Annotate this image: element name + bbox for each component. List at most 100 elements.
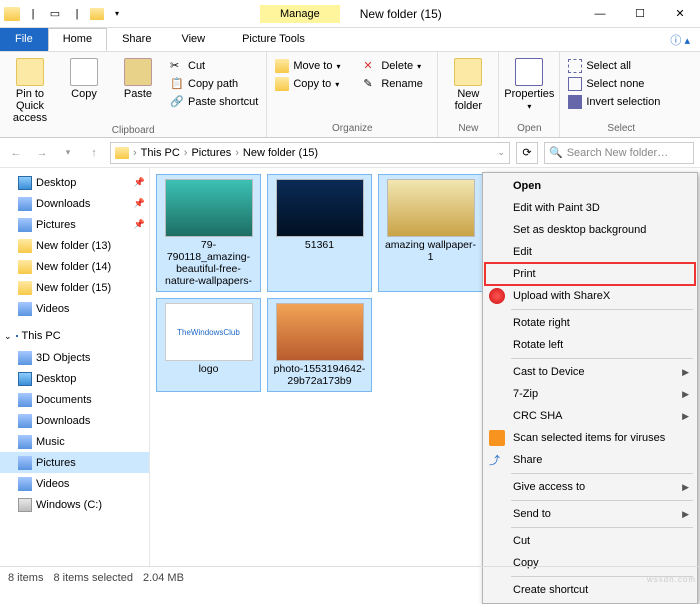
ctx-sharex[interactable]: Upload with ShareX — [485, 285, 695, 307]
sidebar-item-desktop[interactable]: Desktop📌 — [0, 172, 149, 193]
label: Cut — [513, 535, 530, 547]
ctx-rotate-left[interactable]: Rotate left — [485, 334, 695, 356]
ctx-set-background[interactable]: Set as desktop background — [485, 219, 695, 241]
move-to-button[interactable]: Move to ▾ — [273, 58, 355, 74]
ctx-give-access[interactable]: Give access to▶ — [485, 476, 695, 498]
close-button[interactable]: ✕ — [660, 1, 700, 27]
ctx-cut[interactable]: Cut — [485, 530, 695, 552]
sidebar-item-3d-objects[interactable]: 3D Objects — [0, 347, 149, 368]
crumb-pictures[interactable]: Pictures — [191, 147, 231, 159]
paste-button[interactable]: Paste — [114, 54, 162, 100]
tab-file[interactable]: File — [0, 28, 48, 51]
minimize-button[interactable]: — — [580, 1, 620, 27]
sidebar-item-drive-c[interactable]: Windows (C:) — [0, 494, 149, 515]
ctx-scan[interactable]: Scan selected items for viruses — [485, 427, 695, 449]
sidebar-item-music[interactable]: Music — [0, 431, 149, 452]
crumb-this-pc[interactable]: This PC — [141, 147, 180, 159]
label: Rotate right — [513, 317, 570, 329]
pictures-icon — [18, 218, 32, 232]
file-item[interactable]: 79-790118_amazing-beautiful-free-nature-… — [156, 174, 261, 292]
filename: photo-1553194642-29b72a173b9 — [272, 363, 367, 387]
title-bar: | ▭ | ▾ Manage New folder (15) — ☐ ✕ — [0, 0, 700, 28]
rename-button[interactable]: ✎Rename — [361, 76, 431, 92]
select-none-button[interactable]: Select none — [566, 76, 676, 92]
tab-home[interactable]: Home — [48, 28, 107, 51]
address-bar[interactable]: › This PC › Pictures › New folder (15) ⌄ — [110, 142, 510, 164]
file-item[interactable]: TheWindowsClublogo — [156, 298, 261, 392]
sidebar-item-desktop-pc[interactable]: Desktop — [0, 368, 149, 389]
maximize-button[interactable]: ☐ — [620, 1, 660, 27]
file-item[interactable]: photo-1553194642-29b72a173b9 — [267, 298, 372, 392]
ctx-open[interactable]: Open — [485, 175, 695, 197]
pictures-icon — [18, 456, 32, 470]
tab-picture-tools[interactable]: Picture Tools — [227, 28, 320, 51]
chevron-right-icon[interactable]: › — [184, 147, 188, 159]
ctx-edit-paint3d[interactable]: Edit with Paint 3D — [485, 197, 695, 219]
sidebar-item-nf14[interactable]: New folder (14) — [0, 256, 149, 277]
chevron-right-icon[interactable]: › — [235, 147, 239, 159]
refresh-button[interactable]: ⟳ — [516, 142, 538, 164]
pin-quick-access-button[interactable]: Pin to Quick access — [6, 54, 54, 124]
status-selected-count: 8 items selected — [53, 572, 132, 584]
submenu-arrow-icon: ▶ — [682, 482, 689, 493]
ctx-send-to[interactable]: Send to▶ — [485, 503, 695, 525]
back-button[interactable]: ← — [6, 143, 26, 163]
label: Desktop — [36, 373, 76, 385]
videos-icon — [18, 477, 32, 491]
up-button[interactable]: ↑ — [84, 143, 104, 163]
crumb-current[interactable]: New folder (15) — [243, 147, 318, 159]
filename: logo — [199, 363, 219, 375]
chevron-right-icon[interactable]: › — [133, 147, 137, 159]
folder-icon — [18, 281, 32, 295]
dropdown-icon[interactable]: ▾ — [108, 5, 126, 23]
sidebar-item-pictures[interactable]: Pictures📌 — [0, 214, 149, 235]
file-item[interactable]: 51361 — [267, 174, 372, 292]
delete-button[interactable]: ✕Delete ▾ — [361, 58, 431, 74]
copy-path-button[interactable]: 📋Copy path — [168, 76, 260, 92]
new-folder-button[interactable]: New folder — [444, 54, 492, 112]
group-clipboard: Pin to Quick access Copy Paste ✂Cut 📋Cop… — [0, 52, 267, 137]
pin-label: Pin to Quick access — [6, 88, 54, 124]
separator — [511, 500, 693, 501]
recent-dropdown[interactable]: ▾ — [58, 143, 78, 163]
sidebar-item-downloads[interactable]: Downloads📌 — [0, 193, 149, 214]
forward-button[interactable]: → — [32, 143, 52, 163]
tab-share[interactable]: Share — [107, 28, 166, 51]
paste-shortcut-button[interactable]: 🔗Paste shortcut — [168, 94, 260, 110]
invert-selection-button[interactable]: Invert selection — [566, 94, 676, 110]
sidebar-item-nf13[interactable]: New folder (13) — [0, 235, 149, 256]
separator — [511, 527, 693, 528]
search-input[interactable]: 🔍 Search New folder… — [544, 142, 694, 164]
group-select: Select all Select none Invert selection … — [560, 52, 682, 137]
file-item[interactable]: amazing wallpaper-1 — [378, 174, 483, 292]
ctx-crc[interactable]: CRC SHA▶ — [485, 405, 695, 427]
cut-button[interactable]: ✂Cut — [168, 58, 260, 74]
sidebar-item-pictures-pc[interactable]: Pictures — [0, 452, 149, 473]
expand-icon[interactable]: ⌄ — [4, 331, 12, 342]
sidebar-item-videos[interactable]: Videos — [0, 298, 149, 319]
ctx-print[interactable]: Print — [485, 263, 695, 285]
ctx-edit[interactable]: Edit — [485, 241, 695, 263]
sidebar-item-videos-pc[interactable]: Videos — [0, 473, 149, 494]
help-collapse[interactable]: ⓘ ▴ — [660, 28, 700, 51]
sidebar-this-pc[interactable]: ⌄This PC — [0, 325, 149, 347]
copy-to-button[interactable]: Copy to ▾ — [273, 76, 355, 92]
tab-view[interactable]: View — [166, 28, 220, 51]
folder-small-icon — [90, 8, 104, 20]
shortcut-icon: 🔗 — [170, 95, 184, 109]
copy-button[interactable]: Copy — [60, 54, 108, 100]
properties-icon[interactable]: ▭ — [46, 5, 64, 23]
ctx-rotate-right[interactable]: Rotate right — [485, 312, 695, 334]
sidebar-item-downloads-pc[interactable]: Downloads — [0, 410, 149, 431]
ctx-share[interactable]: ⤴Share — [485, 449, 695, 471]
sidebar-item-documents[interactable]: Documents — [0, 389, 149, 410]
properties-button[interactable]: Properties▾ — [505, 54, 553, 111]
label: Upload with ShareX — [513, 290, 610, 302]
ctx-cast[interactable]: Cast to Device▶ — [485, 361, 695, 383]
select-all-button[interactable]: Select all — [566, 58, 676, 74]
ctx-7zip[interactable]: 7-Zip▶ — [485, 383, 695, 405]
cut-label: Cut — [188, 60, 205, 72]
sidebar-item-nf15[interactable]: New folder (15) — [0, 277, 149, 298]
history-dropdown-icon[interactable]: ⌄ — [497, 147, 505, 158]
status-item-count: 8 items — [8, 572, 43, 584]
